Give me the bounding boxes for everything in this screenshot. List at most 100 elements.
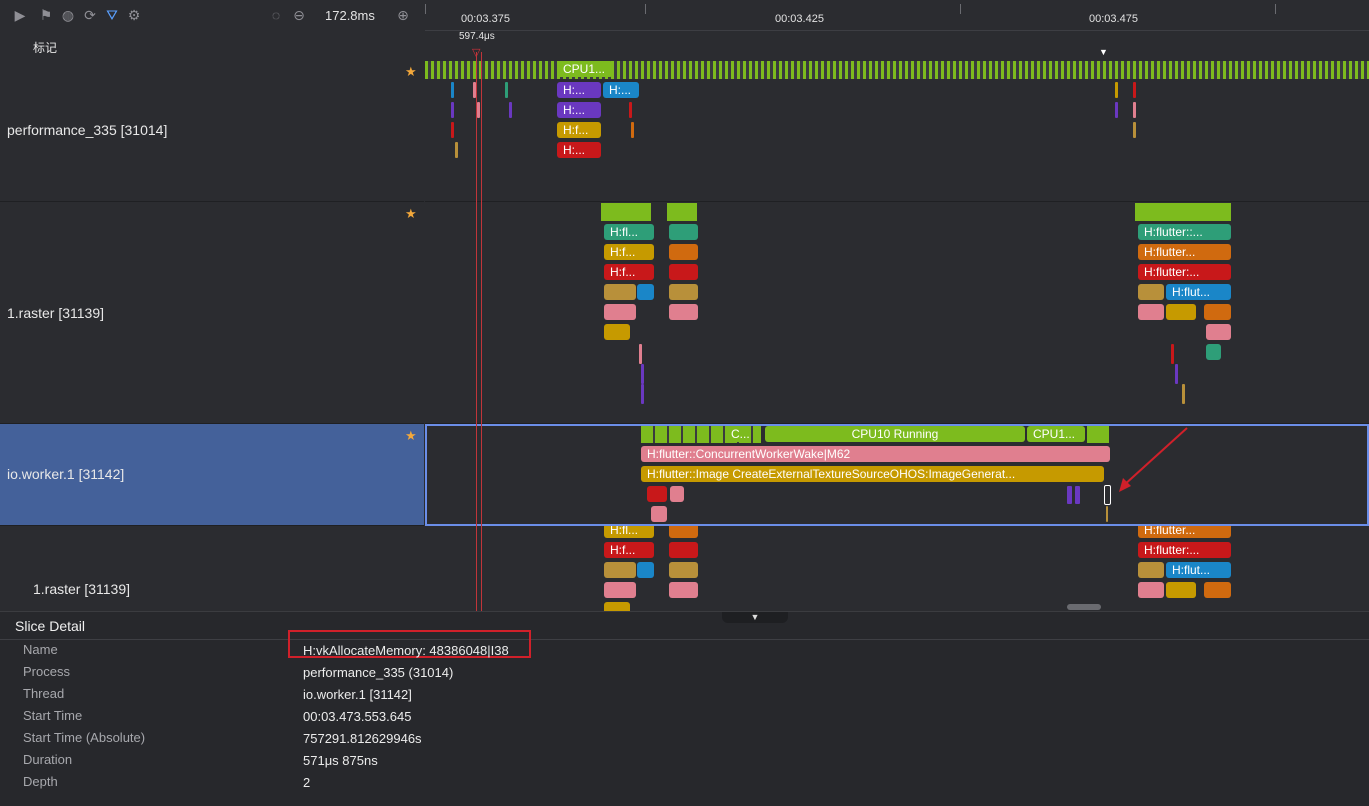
tick-label: 00:03.375 xyxy=(461,13,510,25)
trace-slice[interactable] xyxy=(669,244,698,260)
trace-slice[interactable] xyxy=(1138,562,1164,578)
trace-slice[interactable] xyxy=(669,264,698,280)
detail-value-thread[interactable]: io.worker.1 [31142] xyxy=(303,687,412,702)
zoom-in-icon[interactable]: ⊕ xyxy=(395,7,411,23)
trace-slice[interactable] xyxy=(1204,582,1231,598)
trace-slice[interactable]: H:flutter:... xyxy=(1138,264,1231,280)
detail-key: Process xyxy=(23,664,70,679)
trace-slice[interactable]: H:f... xyxy=(604,542,654,558)
cursor-marker-icon[interactable]: ▼ xyxy=(1099,47,1108,57)
trace-slice[interactable] xyxy=(669,224,698,240)
trace-slice[interactable]: H:... xyxy=(603,82,639,98)
time-ruler[interactable]: 00:03.375 00:03.425 00:03.475 xyxy=(425,0,1369,31)
trace-slice[interactable] xyxy=(604,284,636,300)
detail-value-name[interactable]: H:vkAllocateMemory: 48386048|I38 xyxy=(303,643,509,658)
image-create-slice[interactable]: H:flutter::Image CreateExternalTextureSo… xyxy=(641,466,1104,482)
filter-icon[interactable]: ⛛ xyxy=(104,7,120,23)
star-icon[interactable]: ★ xyxy=(405,64,417,80)
cpu-slice[interactable]: CPU1... xyxy=(1027,426,1085,442)
lane-label-raster-2[interactable]: 1.raster [31139] xyxy=(0,526,424,612)
lane-canvas-raster[interactable]: H:fl... H:f... H:f... H:flutter::... H:f… xyxy=(425,202,1369,424)
refresh-icon[interactable]: ⟳ xyxy=(82,7,98,23)
cpu-slice[interactable]: CPU1... xyxy=(557,61,613,77)
trace-slice[interactable] xyxy=(669,284,698,300)
marker-track[interactable] xyxy=(425,30,1369,58)
cpu-slice[interactable]: C... xyxy=(725,426,749,442)
trace-slice[interactable]: H:flutter:... xyxy=(1138,542,1231,558)
trace-slice[interactable]: H:flut... xyxy=(1166,284,1231,300)
trace-slice[interactable]: H:flutter... xyxy=(1138,244,1231,260)
marker-label: 标记 xyxy=(33,41,58,55)
trace-slice[interactable] xyxy=(637,562,654,578)
trace-slice[interactable] xyxy=(647,486,667,502)
cpu-running-slice[interactable]: CPU10 Running xyxy=(765,426,1025,442)
zoom-out-icon[interactable]: ⊖ xyxy=(291,7,307,23)
lane-canvas-raster-2[interactable]: H:fl... H:f... H:flutter... H:flutter:..… xyxy=(425,526,1369,611)
trace-slice[interactable] xyxy=(604,602,630,611)
trace-slice[interactable] xyxy=(670,486,684,502)
trace-slice[interactable] xyxy=(1166,304,1196,320)
lane-label-io-worker[interactable]: io.worker.1 [31142] ★ xyxy=(0,424,424,526)
trace-slice[interactable]: H:f... xyxy=(604,264,654,280)
detail-value-start-time[interactable]: 00:03.473.553.645 xyxy=(303,709,411,724)
flag-icon[interactable]: ⚑ xyxy=(38,7,54,23)
tick-label: 00:03.475 xyxy=(1089,13,1138,25)
trace-slice[interactable] xyxy=(1206,324,1231,340)
marker-row: 标记 xyxy=(0,30,424,58)
trace-slice[interactable]: H:... xyxy=(557,82,601,98)
detail-value-process[interactable]: performance_335 (31014) xyxy=(303,665,453,680)
reset-zoom-icon[interactable]: ◌ xyxy=(268,7,284,23)
trace-slice[interactable] xyxy=(1138,284,1164,300)
play-icon[interactable]: ▶ xyxy=(12,7,28,23)
zoom-value: 172.8ms xyxy=(325,8,375,23)
panel-title: Slice Detail xyxy=(15,618,86,634)
tick-label: 00:03.425 xyxy=(775,13,824,25)
gear-icon[interactable]: ⚙ xyxy=(126,7,142,23)
detail-key: Duration xyxy=(23,752,73,767)
star-icon[interactable]: ★ xyxy=(405,428,417,444)
detail-value-duration: 571μs 875ns xyxy=(303,753,378,768)
globe-icon[interactable]: ◍ xyxy=(60,7,76,23)
trace-slice[interactable]: H:fl... xyxy=(604,526,654,538)
detail-key: Depth xyxy=(23,774,58,789)
trace-slice[interactable] xyxy=(1206,344,1221,360)
toolbar: ▶ ⚑ ◍ ⟳ ⛛ ⚙ ◌ ⊖ 172.8ms ⊕ xyxy=(0,0,424,30)
selected-slice-vkallocate[interactable] xyxy=(1104,485,1111,505)
star-icon[interactable]: ★ xyxy=(405,206,417,222)
concurrent-worker-wake-slice[interactable]: H:flutter::ConcurrentWorkerWake|M62 xyxy=(641,446,1110,462)
cpu-activity-block xyxy=(1135,203,1231,221)
trace-slice[interactable] xyxy=(651,506,667,522)
trace-slice[interactable] xyxy=(669,562,698,578)
trace-slice[interactable] xyxy=(669,304,698,320)
trace-slice[interactable] xyxy=(1166,582,1196,598)
trace-slice[interactable] xyxy=(669,542,698,558)
lane-label-performance[interactable]: performance_335 [31014] ★ xyxy=(0,59,424,202)
trace-slice[interactable] xyxy=(604,304,636,320)
trace-slice[interactable]: H:fl... xyxy=(604,224,654,240)
trace-slice[interactable]: H:... xyxy=(557,102,601,118)
horizontal-scrollbar[interactable] xyxy=(1067,604,1101,610)
detail-value-depth: 2 xyxy=(303,775,311,790)
trace-slice[interactable]: H:f... xyxy=(604,244,654,260)
flag-duration-label: 597.4μs xyxy=(459,31,495,42)
trace-slice[interactable] xyxy=(604,582,636,598)
lane-canvas-performance[interactable]: CPU1... H:... H:... H:... H:f... H:... xyxy=(425,59,1369,202)
trace-slice[interactable] xyxy=(669,526,698,538)
lane-label-raster[interactable]: 1.raster [31139] ★ xyxy=(0,202,424,424)
trace-slice[interactable] xyxy=(669,582,698,598)
trace-slice[interactable]: H:flutter... xyxy=(1138,526,1231,538)
trace-slice[interactable] xyxy=(1138,582,1164,598)
trace-slice[interactable]: H:... xyxy=(557,142,601,158)
lane-canvas-io-worker[interactable]: C... CPU10 Running CPU1... H:flutter::Co… xyxy=(425,424,1369,526)
trace-slice[interactable] xyxy=(637,284,654,300)
trace-slice[interactable]: H:flut... xyxy=(1166,562,1231,578)
collapse-panel-button[interactable]: ▼ xyxy=(722,612,788,623)
trace-slice[interactable] xyxy=(604,324,630,340)
trace-slice[interactable]: H:f... xyxy=(557,122,601,138)
trace-slice[interactable]: H:flutter::... xyxy=(1138,224,1231,240)
trace-slice[interactable] xyxy=(1138,304,1164,320)
cpu-activity-block xyxy=(667,203,697,221)
cpu-activity-block xyxy=(601,203,651,221)
trace-slice[interactable] xyxy=(604,562,636,578)
trace-slice[interactable] xyxy=(1204,304,1231,320)
